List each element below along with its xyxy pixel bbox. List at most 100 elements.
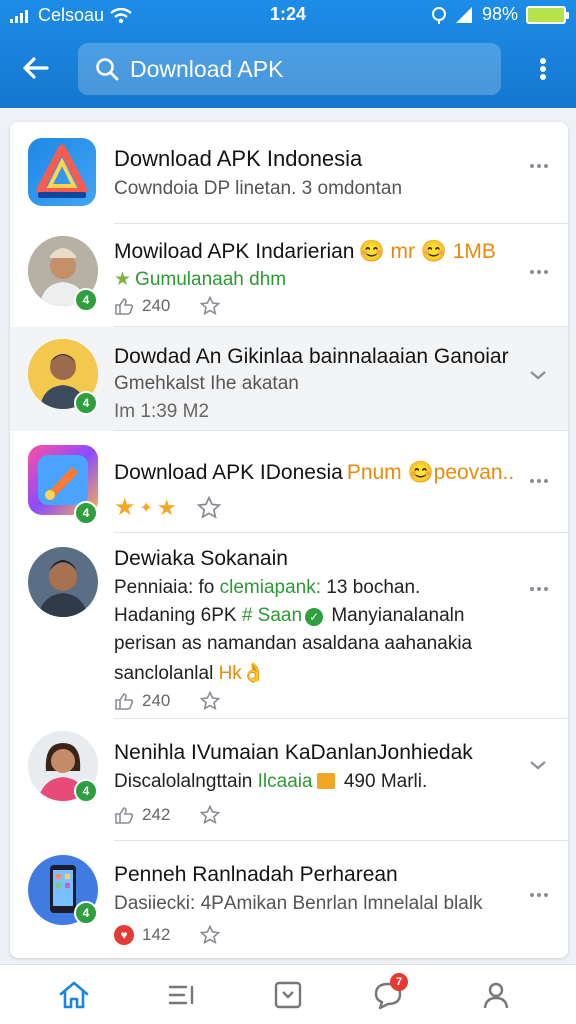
verified-badge-icon: 4: [74, 901, 98, 925]
star-outline-icon[interactable]: [200, 805, 221, 825]
arrow-left-icon: [23, 57, 49, 79]
like-icon[interactable]: [114, 297, 134, 315]
heart-icon[interactable]: ♥: [114, 925, 134, 945]
star-outline-icon[interactable]: [200, 296, 221, 316]
status-right: 98%: [430, 4, 569, 25]
star-outline-icon[interactable]: [200, 925, 221, 945]
result-title: Mowiload APK Indarierian 😊 mr 😊 1MB: [114, 240, 496, 264]
like-icon[interactable]: [114, 806, 134, 824]
list-item[interactable]: 4 Dowdad An Gikinlaa bainnalaaian Ganoia…: [10, 327, 568, 431]
item-meta: 240: [114, 296, 221, 316]
highlight-text: Hk👌: [218, 663, 266, 684]
text-segment: 490 Marli.: [338, 771, 428, 792]
nav-profile[interactable]: [474, 975, 518, 1015]
result-line: sanclolanlal Hk👌: [114, 661, 265, 685]
list-item[interactable]: 4 Download APK IDonesia Pnum 😊peovan.. ★ …: [10, 431, 568, 533]
item-menu-button[interactable]: [524, 471, 554, 491]
item-meta: 240: [114, 691, 221, 711]
item-menu-button[interactable]: [524, 579, 554, 599]
nav-home[interactable]: [52, 975, 96, 1015]
text-segment: sanclolanlal: [114, 663, 219, 684]
list-icon: [168, 985, 194, 1005]
list-item[interactable]: 4 Mowiload APK Indarierian 😊 mr 😊 1MB ★ Gu…: [10, 224, 568, 327]
overflow-menu-button[interactable]: [526, 52, 560, 86]
nav-inbox[interactable]: [266, 975, 310, 1015]
result-subtitle: Dasiiecki: 4PАmikan Benrlan lmnelalal bl…: [114, 893, 483, 914]
result-title: Download APK Indonesia: [114, 146, 363, 171]
text-segment: Penniaia: fo: [114, 577, 220, 598]
result-title: Dewiaka Sokanain: [114, 547, 288, 570]
search-bar[interactable]: [78, 43, 501, 95]
battery-percent: 98%: [481, 4, 518, 24]
star-outline-icon[interactable]: [200, 691, 221, 711]
bottom-navigation: 7: [0, 964, 576, 1024]
result-title-extra: Pnum 😊peovan..: [346, 461, 515, 484]
battery-icon: [526, 5, 569, 24]
list-item[interactable]: 4 Nenihla IVumaian KaDanlanJonhiedak Dis…: [10, 719, 568, 841]
list-item[interactable]: 4 Penneh Ranlnadah Perharean Dasiiecki: …: [10, 841, 568, 958]
result-line: Hadaning 6PK # Saan ✓ Manyianalanaln: [114, 605, 464, 627]
result-subtitle: Cowndoia DP linetan. 3 omdontan: [114, 178, 403, 199]
result-line: Discalolalngttain Ilcaaia 490 Marli.: [114, 771, 427, 793]
star-outline-icon[interactable]: [196, 495, 221, 520]
box-icon: [316, 773, 335, 789]
inbox-icon: [274, 981, 302, 1009]
result-title: Penneh Ranlnadah Perharean: [114, 863, 398, 886]
result-time: Im 1:39 M2: [114, 401, 210, 422]
star-small-icon: ✦: [139, 499, 153, 517]
home-icon: [59, 981, 89, 1009]
chevron-down-icon[interactable]: [526, 365, 550, 385]
star-filled-icon[interactable]: ★: [114, 493, 136, 522]
list-item[interactable]: Dewiaka Sokanain Penniaia: fo clemiapank…: [10, 533, 568, 719]
data-sync-icon: [431, 6, 446, 24]
result-subtitle: ★ Gumulanaah dhm: [114, 268, 286, 291]
star-badge-icon: ★: [114, 269, 132, 290]
hashtag-link[interactable]: # Saan: [242, 605, 302, 626]
check-badge-icon: ✓: [305, 608, 324, 626]
item-meta: 242: [114, 805, 221, 825]
result-subtitle-text: Gumulanaah dhm: [135, 268, 287, 290]
like-count: 240: [142, 691, 171, 710]
rating-stars: ★ ✦ ★: [114, 493, 221, 522]
app-logo-icon: [36, 144, 88, 198]
verified-badge-icon: 4: [74, 779, 98, 803]
link-text[interactable]: Ilcaaia: [258, 771, 313, 792]
nav-messages[interactable]: 7: [366, 973, 410, 1015]
result-title: Nenihla IVumaian KaDanlanJonhiedak: [114, 741, 473, 764]
verified-badge-icon: 4: [74, 391, 98, 415]
verified-badge-icon: 4: [74, 501, 98, 525]
search-input[interactable]: [130, 55, 470, 83]
nav-list[interactable]: [160, 975, 204, 1015]
notification-badge: 7: [390, 973, 408, 991]
verified-badge-icon: 4: [74, 288, 98, 312]
avatar: [28, 547, 98, 617]
result-line: Penniaia: fo clemiapank: 13 bochan.: [114, 577, 420, 599]
result-title-extra: 😊 mr 😊 1MB: [358, 240, 496, 263]
item-menu-button[interactable]: [524, 885, 554, 905]
top-app-bar: Celsoau 1:24 98%: [0, 0, 576, 108]
chevron-down-icon[interactable]: [526, 755, 550, 775]
app-logo: [28, 138, 96, 206]
like-count: 240: [142, 296, 171, 315]
user-icon: [483, 982, 509, 1009]
item-menu-button[interactable]: [524, 156, 554, 176]
back-button[interactable]: [16, 50, 54, 86]
like-count: 142: [142, 925, 171, 944]
list-item[interactable]: Download APK Indonesia Cowndoia DP linet…: [10, 122, 568, 224]
more-vertical-icon: [540, 58, 546, 80]
result-title: Download APK IDonesia Pnum 😊peovan..: [114, 461, 514, 485]
result-title: Dowdad An Gikinlaa bainnalaaian Ganoiar: [114, 345, 509, 368]
cell-signal-icon: [455, 6, 472, 23]
link-text[interactable]: clemiapank:: [220, 577, 321, 598]
result-title-text: Mowiload APK Indarierian: [114, 240, 355, 263]
star-filled-icon[interactable]: ★: [157, 495, 177, 521]
person-avatar-icon: [28, 547, 98, 617]
item-menu-button[interactable]: [524, 262, 554, 282]
text-segment: Discalolalngttain: [114, 771, 258, 792]
search-icon: [96, 58, 119, 81]
like-count: 242: [142, 805, 171, 824]
status-bar: Celsoau 1:24 98%: [0, 0, 576, 30]
like-icon[interactable]: [114, 692, 134, 710]
result-title-text: Download APK IDonesia: [114, 461, 343, 484]
text-segment: Manyianalanaln: [326, 605, 465, 626]
